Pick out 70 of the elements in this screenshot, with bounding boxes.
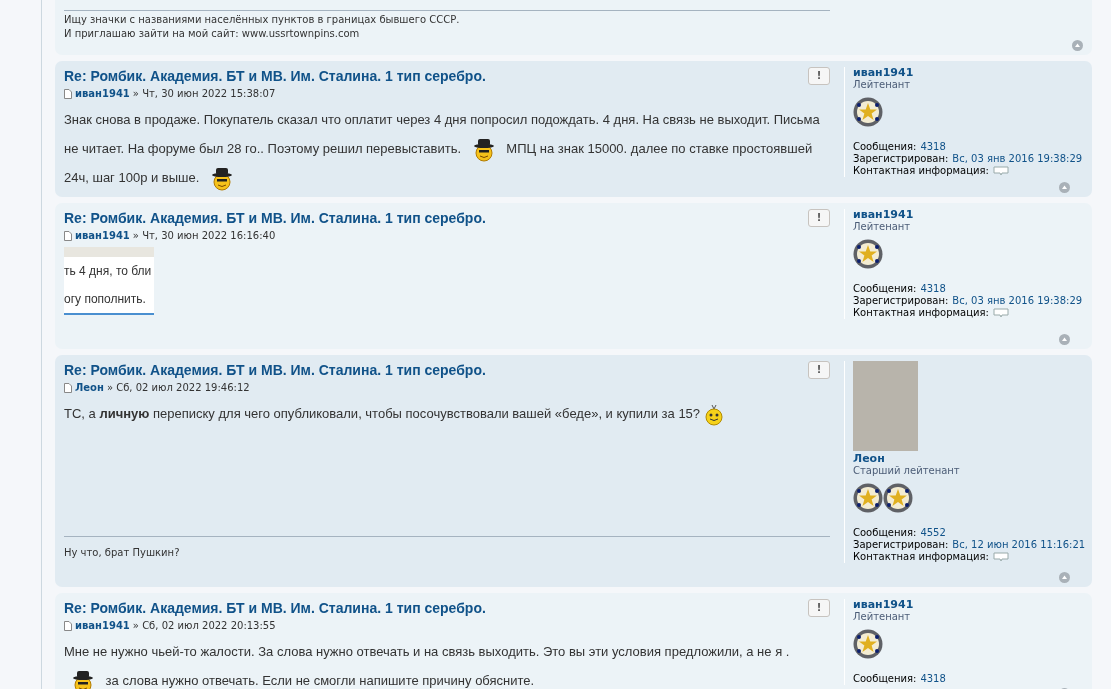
report-button[interactable]: ! xyxy=(808,361,830,379)
author-link[interactable]: Леон xyxy=(75,380,104,395)
website-link[interactable]: www.ussrtownpins.com xyxy=(241,28,360,39)
smiley-icon xyxy=(703,403,724,426)
user-rank: Старший лейтенант xyxy=(853,465,961,477)
post-date: » Чт, 30 июн 2022 15:38:07 xyxy=(132,87,276,101)
smiley-hat-icon xyxy=(72,669,94,689)
profile-value: Вс, 12 июн 2016 11:16:21 xyxy=(952,539,1086,551)
signature-text: И приглашаю зайти на мой сайт: www.ussrtownpins.com xyxy=(64,27,361,41)
contact-bubble-icon[interactable] xyxy=(992,166,1009,176)
profile-value: Вс, 03 янв 2016 19:38:29 xyxy=(952,153,1083,165)
profile-value: Вс, 03 янв 2016 19:38:29 xyxy=(952,295,1083,307)
back-to-top-icon[interactable] xyxy=(1059,572,1070,583)
post-date: » Сб, 02 июл 2022 19:46:12 xyxy=(106,381,250,395)
profile-label: Сообщения: xyxy=(853,673,917,685)
profile-label: Зарегистрирован: xyxy=(853,539,949,551)
post-date: » Чт, 30 июн 2022 16:16:40 xyxy=(132,229,276,243)
profile-label: Контактная информация: xyxy=(853,165,989,177)
user-rank: Лейтенант xyxy=(853,79,912,91)
page-icon[interactable] xyxy=(64,230,72,241)
username-link[interactable]: Леон xyxy=(853,453,1070,465)
profile-label: Сообщения: xyxy=(853,527,917,539)
username-link[interactable]: иван1941 xyxy=(853,599,1070,611)
profile-label: Зарегистрирован: xyxy=(853,295,949,307)
page-icon[interactable] xyxy=(64,382,72,393)
back-to-top-icon[interactable] xyxy=(1072,40,1083,51)
post-title-link[interactable]: Re: Ромбик. Академия. БТ и МВ. Им. Сталина. 1 тип серебро. xyxy=(64,209,486,227)
profile-value: 4318 xyxy=(920,283,946,295)
username-link[interactable]: иван1941 xyxy=(853,67,1070,79)
post-date: » Сб, 02 июл 2022 20:13:55 xyxy=(132,619,276,633)
profile-label: Сообщения: xyxy=(853,141,917,153)
smiley-hat-icon xyxy=(211,166,233,191)
screenshot-text: ть 4 дня, то бли xyxy=(64,263,153,280)
user-rank: Лейтенант xyxy=(853,221,912,233)
post-card: Re: Ромбик. Академия. БТ и МВ. Им. Сталина. 1 тип серебро. ! иван1941 » Чт, 30 июн 2022 15:38:07 Знак снова в продаже. Покупатель сказал что оплатит через 4 дня попросил подождать. 4 дня. На связь не выходит. Письма не читает. На форуме был 28 го.. Поэтому решил перевыставить. МПЦ на знак 15000. далее по ставке простоявшей 24ч, шаг 100р и выше. иван1941 Лейтенант Сообщения: 4318 Зарегистрирован: Вс, 03 янв 2016 19:38:29 Контактная информация: xyxy=(55,61,1092,197)
smiley-hat-icon xyxy=(472,137,495,162)
rank-emblem-icon xyxy=(853,239,883,269)
profile-label: Контактная информация: xyxy=(853,551,989,563)
user-rank: Лейтенант xyxy=(853,611,912,623)
profile-value: 4552 xyxy=(920,527,946,539)
post-title-link[interactable]: Re: Ромбик. Академия. БТ и МВ. Им. Сталина. 1 тип серебро. xyxy=(64,599,486,617)
profile-label: Контактная информация: xyxy=(853,307,989,319)
author-link[interactable]: иван1941 xyxy=(75,228,130,243)
rank-emblem-icon xyxy=(853,97,883,127)
profile-label: Сообщения: xyxy=(853,283,917,295)
screenshot-text: огу пополнить. xyxy=(64,291,147,308)
profile-label: Зарегистрирован: xyxy=(853,153,949,165)
post-card: Re: Ромбик. Академия. БТ и МВ. Им. Сталина. 1 тип серебро. ! иван1941 » Сб, 02 июл 2022 20:13:55 Мне не нужно чьей-то жалости. За слова нужно отвечать и на связь выходить. Это вы эти условия предложили, а не я . за слова нужно отвечать. Если не смогли напишите причину обясните. иван1941 Лейтенант Сообщения: 4318 xyxy=(55,593,1092,689)
report-button[interactable]: ! xyxy=(808,67,830,85)
rank-emblem-icon xyxy=(853,629,883,659)
back-to-top-icon[interactable] xyxy=(1059,334,1070,345)
author-link[interactable]: иван1941 xyxy=(75,86,130,101)
contact-bubble-icon[interactable] xyxy=(992,552,1009,562)
rank-emblem-icon xyxy=(883,483,913,513)
page-icon[interactable] xyxy=(64,88,72,99)
page-icon[interactable] xyxy=(64,620,72,631)
post-card: Re: Ромбик. Академия. БТ и МВ. Им. Сталина. 1 тип серебро. ! Леон » Сб, 02 июл 2022 19:46:12 ТС, а личную переписку для чего опубликовали, чтобы посочувствовали вашей «беде», и купили за 15? Ну что, брат Пушкин? Леон Старший лейтенант Сообщения: 4552 Зарегистрирован: Вс, 12 июн 2016 11:16:21 Контактная информация: xyxy=(55,355,1092,587)
rank-emblem-icon xyxy=(853,483,883,513)
post-title-link[interactable]: Re: Ромбик. Академия. БТ и МВ. Им. Сталина. 1 тип серебро. xyxy=(64,67,486,85)
report-button[interactable]: ! xyxy=(808,209,830,227)
post-title-link[interactable]: Re: Ромбик. Академия. БТ и МВ. Им. Сталина. 1 тип серебро. xyxy=(64,361,486,379)
profile-value: 4318 xyxy=(920,141,946,153)
signature-text: Ну что, брат Пушкин? xyxy=(64,547,180,558)
contact-bubble-icon[interactable] xyxy=(992,308,1009,318)
back-to-top-icon[interactable] xyxy=(1059,182,1070,193)
report-button[interactable]: ! xyxy=(808,599,830,617)
author-link[interactable]: иван1941 xyxy=(75,618,130,633)
username-link[interactable]: иван1941 xyxy=(853,209,1070,221)
signature-text: Ищу значки с названиями населённых пунктов в границах бывшего СССР. xyxy=(64,13,461,27)
profile-value: 4318 xyxy=(920,673,946,685)
